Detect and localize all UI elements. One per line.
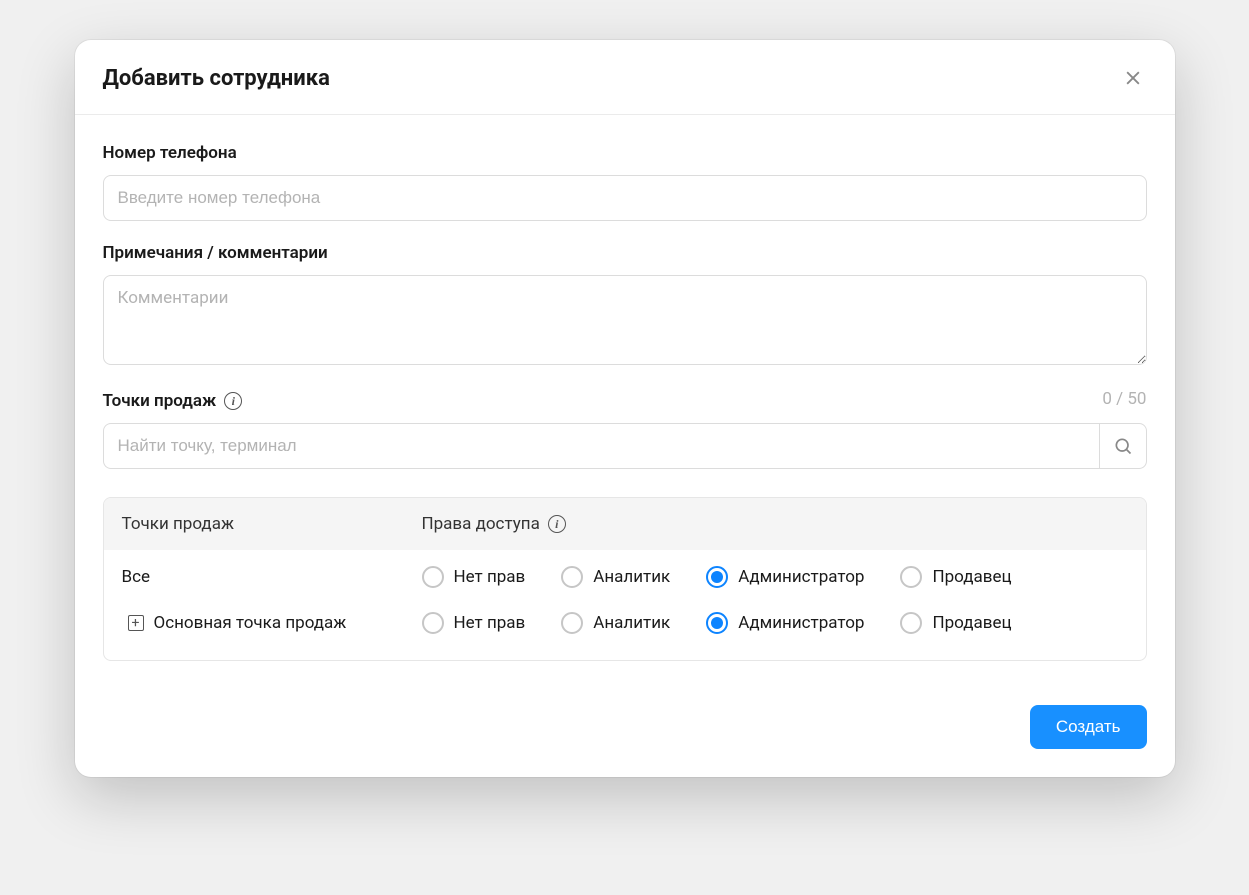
radio-option[interactable]: Аналитик bbox=[561, 612, 670, 634]
modal-header: Добавить сотрудника bbox=[75, 40, 1175, 115]
radio-indicator bbox=[422, 612, 444, 634]
radio-label: Нет прав bbox=[454, 613, 526, 633]
radio-option[interactable]: Аналитик bbox=[561, 566, 670, 588]
modal-footer: Создать bbox=[75, 681, 1175, 777]
radio-option[interactable]: Продавец bbox=[900, 566, 1011, 588]
add-employee-modal: Добавить сотрудника Номер телефона Приме… bbox=[75, 40, 1175, 777]
radio-option[interactable]: Администратор bbox=[706, 612, 864, 634]
radio-indicator bbox=[900, 566, 922, 588]
point-name-cell: + Основная точка продаж bbox=[122, 613, 422, 633]
point-name-text: Основная точка продаж bbox=[154, 613, 347, 633]
point-name-cell: Все bbox=[122, 567, 422, 587]
radio-option[interactable]: Нет прав bbox=[422, 566, 526, 588]
table-header: Точки продаж Права доступа i bbox=[104, 498, 1146, 550]
radio-indicator bbox=[900, 612, 922, 634]
close-button[interactable] bbox=[1119, 64, 1147, 92]
info-icon[interactable]: i bbox=[224, 392, 242, 410]
table-row: Все Нет прав Аналитик Администратор Продавец bbox=[122, 554, 1128, 600]
points-search bbox=[103, 423, 1147, 469]
radio-label: Нет прав bbox=[454, 567, 526, 587]
modal-title: Добавить сотрудника bbox=[103, 66, 330, 91]
phone-group: Номер телефона bbox=[103, 143, 1147, 221]
close-icon bbox=[1123, 68, 1143, 88]
phone-input[interactable] bbox=[103, 175, 1147, 221]
comments-group: Примечания / комментарии bbox=[103, 243, 1147, 369]
radio-option[interactable]: Продавец bbox=[900, 612, 1011, 634]
radio-option[interactable]: Администратор bbox=[706, 566, 864, 588]
radio-label: Администратор bbox=[738, 613, 864, 633]
search-icon bbox=[1113, 436, 1133, 456]
create-button[interactable]: Создать bbox=[1030, 705, 1147, 749]
header-rights: Права доступа i bbox=[422, 514, 1128, 534]
modal-body: Номер телефона Примечания / комментарии … bbox=[75, 115, 1175, 681]
radio-label: Аналитик bbox=[593, 567, 670, 587]
radio-indicator bbox=[706, 612, 728, 634]
access-table: Точки продаж Права доступа i Все Нет прав… bbox=[103, 497, 1147, 661]
radio-indicator bbox=[706, 566, 728, 588]
search-input[interactable] bbox=[103, 423, 1099, 469]
comments-label: Примечания / комментарии bbox=[103, 243, 1147, 263]
table-row: + Основная точка продаж Нет прав Аналитик Ад… bbox=[122, 600, 1128, 646]
radio-label: Администратор bbox=[738, 567, 864, 587]
char-counter: 0 / 50 bbox=[1102, 389, 1146, 409]
point-name-text: Все bbox=[122, 567, 151, 587]
radio-indicator bbox=[561, 612, 583, 634]
header-points: Точки продаж bbox=[122, 514, 422, 534]
radio-indicator bbox=[561, 566, 583, 588]
expand-icon[interactable]: + bbox=[128, 615, 144, 631]
radio-label: Аналитик bbox=[593, 613, 670, 633]
radio-option[interactable]: Нет прав bbox=[422, 612, 526, 634]
table-body: Все Нет прав Аналитик Администратор Продавец… bbox=[104, 550, 1146, 660]
radio-label: Продавец bbox=[932, 613, 1011, 633]
radio-indicator bbox=[422, 566, 444, 588]
radio-label: Продавец bbox=[932, 567, 1011, 587]
role-radios: Нет прав Аналитик Администратор Продавец bbox=[422, 566, 1128, 588]
header-rights-text: Права доступа bbox=[422, 514, 540, 534]
phone-label: Номер телефона bbox=[103, 143, 1147, 163]
comments-textarea[interactable] bbox=[103, 275, 1147, 365]
points-label: Точки продаж bbox=[103, 391, 217, 411]
points-group: 0 / 50 Точки продаж i bbox=[103, 391, 1147, 469]
role-radios: Нет прав Аналитик Администратор Продавец bbox=[422, 612, 1128, 634]
info-icon[interactable]: i bbox=[548, 515, 566, 533]
search-button[interactable] bbox=[1099, 423, 1147, 469]
